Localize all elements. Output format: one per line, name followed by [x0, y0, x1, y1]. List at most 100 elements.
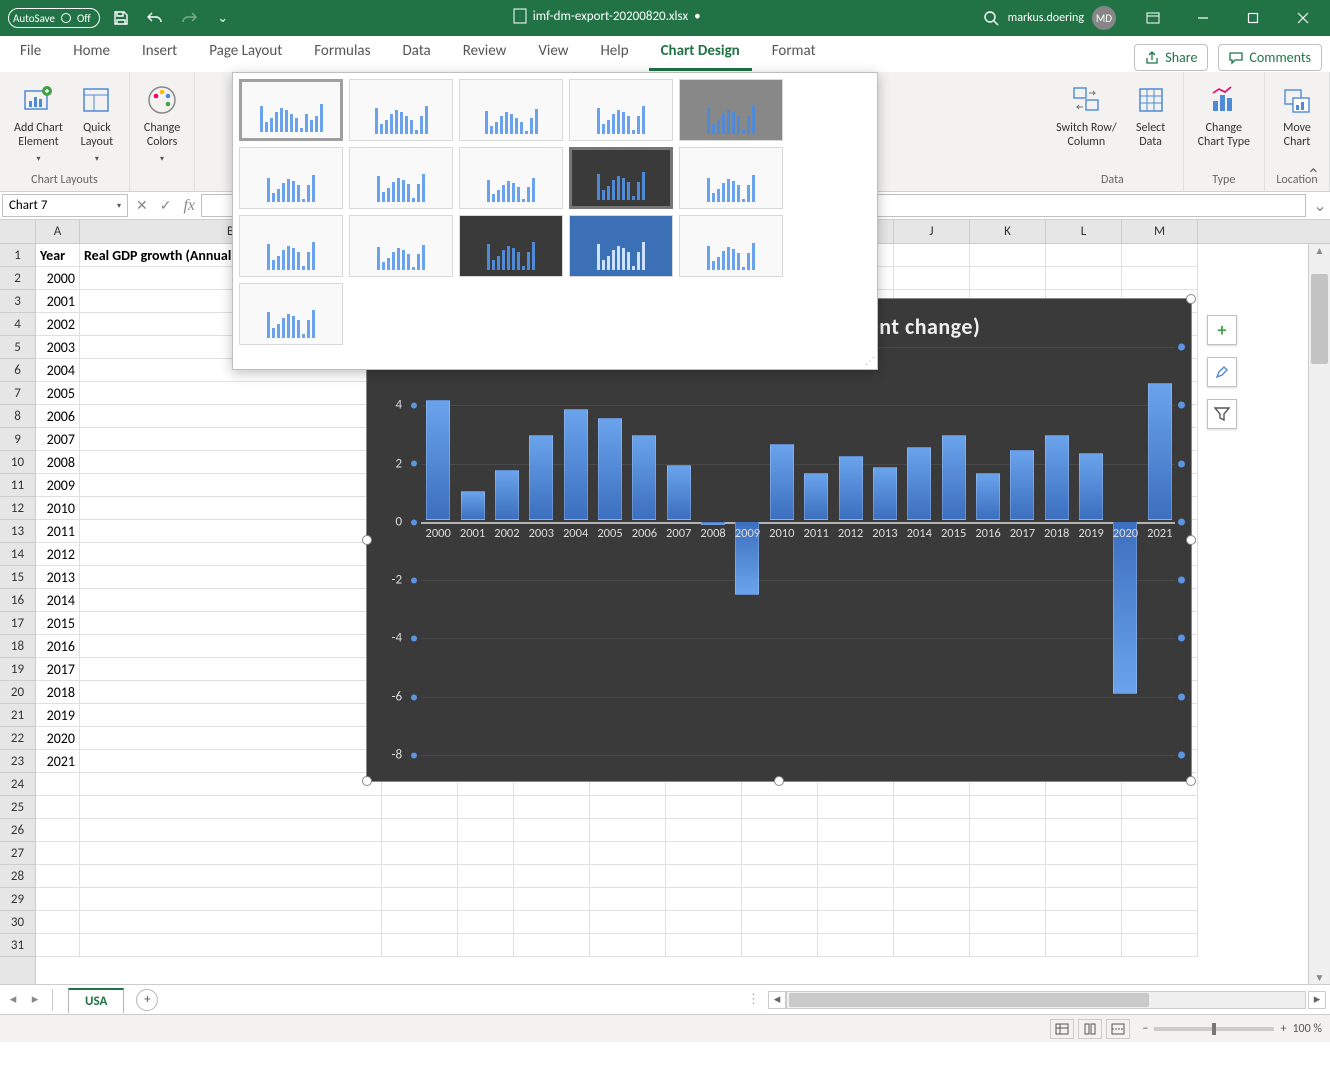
cell[interactable]: [894, 819, 970, 842]
row-header[interactable]: 20: [0, 681, 35, 704]
comments-button[interactable]: Comments: [1218, 44, 1322, 71]
cell[interactable]: [80, 497, 382, 520]
cell[interactable]: [1122, 267, 1198, 290]
chart-bar[interactable]: [598, 418, 622, 520]
cell[interactable]: [1046, 888, 1122, 911]
cell[interactable]: [1122, 819, 1198, 842]
cell[interactable]: [382, 796, 458, 819]
cell[interactable]: [590, 934, 666, 957]
cell[interactable]: [666, 934, 742, 957]
column-header[interactable]: A: [36, 220, 80, 243]
cell[interactable]: [80, 796, 382, 819]
column-header[interactable]: L: [1046, 220, 1122, 243]
chart-bar[interactable]: [976, 473, 1000, 520]
cell[interactable]: [514, 865, 590, 888]
tab-view[interactable]: View: [526, 34, 580, 71]
name-box[interactable]: Chart 7 ▾: [2, 194, 128, 217]
row-header[interactable]: 12: [0, 497, 35, 520]
chart-style-thumb[interactable]: [569, 147, 673, 209]
cancel-formula-button[interactable]: ✕: [136, 197, 148, 214]
cell[interactable]: 2020: [36, 727, 80, 750]
row-header[interactable]: 18: [0, 635, 35, 658]
hscroll-split-grip[interactable]: ⋮: [747, 992, 760, 1007]
add-chart-element-button[interactable]: Add Chart Element ▾: [8, 78, 69, 168]
tab-insert[interactable]: Insert: [130, 34, 189, 71]
cell[interactable]: [666, 865, 742, 888]
row-header[interactable]: 29: [0, 888, 35, 911]
page-break-view-button[interactable]: [1106, 1019, 1130, 1039]
scrollbar-thumb[interactable]: [789, 993, 1149, 1007]
cell[interactable]: [382, 911, 458, 934]
column-header[interactable]: M: [1122, 220, 1198, 243]
row-header[interactable]: 22: [0, 727, 35, 750]
row-header[interactable]: 31: [0, 934, 35, 957]
chart-bar[interactable]: [804, 473, 828, 520]
row-header[interactable]: 24: [0, 773, 35, 796]
cell[interactable]: [80, 474, 382, 497]
cell[interactable]: 2008: [36, 451, 80, 474]
zoom-out-button[interactable]: −: [1142, 1022, 1148, 1036]
tab-file[interactable]: File: [8, 34, 53, 71]
cell[interactable]: [1122, 865, 1198, 888]
vertical-scrollbar[interactable]: ▲ ▼: [1308, 244, 1330, 984]
cell[interactable]: [36, 796, 80, 819]
row-header[interactable]: 8: [0, 405, 35, 428]
sheet-nav-prev[interactable]: ▸: [26, 992, 44, 1007]
cell[interactable]: [80, 451, 382, 474]
cell[interactable]: [1046, 911, 1122, 934]
cell[interactable]: [818, 842, 894, 865]
cell[interactable]: 2021: [36, 750, 80, 773]
cell[interactable]: 2010: [36, 497, 80, 520]
cell[interactable]: [666, 911, 742, 934]
cell[interactable]: [1122, 842, 1198, 865]
row-header[interactable]: 4: [0, 313, 35, 336]
cell[interactable]: [80, 934, 382, 957]
cell[interactable]: [742, 865, 818, 888]
cell[interactable]: [36, 911, 80, 934]
chart-style-thumb[interactable]: [679, 147, 783, 209]
chart-style-thumb[interactable]: [349, 147, 453, 209]
cell[interactable]: [970, 934, 1046, 957]
chart-style-thumb[interactable]: [459, 79, 563, 141]
chart-style-thumb[interactable]: [459, 147, 563, 209]
row-header[interactable]: 9: [0, 428, 35, 451]
zoom-slider[interactable]: [1154, 1027, 1274, 1031]
cell[interactable]: 2016: [36, 635, 80, 658]
resize-handle[interactable]: [362, 535, 372, 545]
cell[interactable]: [80, 635, 382, 658]
minimize-button[interactable]: [1180, 0, 1226, 36]
cell[interactable]: [666, 842, 742, 865]
chart-bar[interactable]: [839, 456, 863, 520]
expand-formula-bar-button[interactable]: ⌄: [1310, 192, 1330, 219]
save-button[interactable]: [108, 5, 134, 31]
tab-home[interactable]: Home: [61, 34, 122, 71]
cell[interactable]: [894, 865, 970, 888]
cell[interactable]: [970, 911, 1046, 934]
cell[interactable]: [80, 658, 382, 681]
chart-bar[interactable]: [667, 465, 691, 520]
resize-grip-icon[interactable]: ⋰: [865, 354, 875, 367]
change-colors-button[interactable]: Change Colors ▾: [138, 78, 186, 168]
cell[interactable]: [818, 888, 894, 911]
cell[interactable]: [80, 681, 382, 704]
cell[interactable]: [970, 244, 1046, 267]
column-header[interactable]: J: [894, 220, 970, 243]
chart-bar[interactable]: [942, 435, 966, 520]
row-header[interactable]: 6: [0, 359, 35, 382]
cell[interactable]: [80, 382, 382, 405]
cell[interactable]: [514, 796, 590, 819]
cell[interactable]: 2004: [36, 359, 80, 382]
cell[interactable]: [590, 888, 666, 911]
row-header[interactable]: 1: [0, 244, 35, 267]
cell[interactable]: [590, 911, 666, 934]
cell[interactable]: [458, 888, 514, 911]
row-header[interactable]: 5: [0, 336, 35, 359]
chart-bar[interactable]: [873, 467, 897, 519]
chart-bar[interactable]: [564, 409, 588, 520]
cell[interactable]: [80, 842, 382, 865]
change-chart-type-button[interactable]: Change Chart Type: [1192, 78, 1256, 154]
embedded-chart[interactable]: Real GDP growth (Annual percent change) …: [366, 298, 1192, 782]
share-button[interactable]: Share: [1134, 44, 1208, 71]
cell[interactable]: [514, 888, 590, 911]
cell[interactable]: [818, 819, 894, 842]
